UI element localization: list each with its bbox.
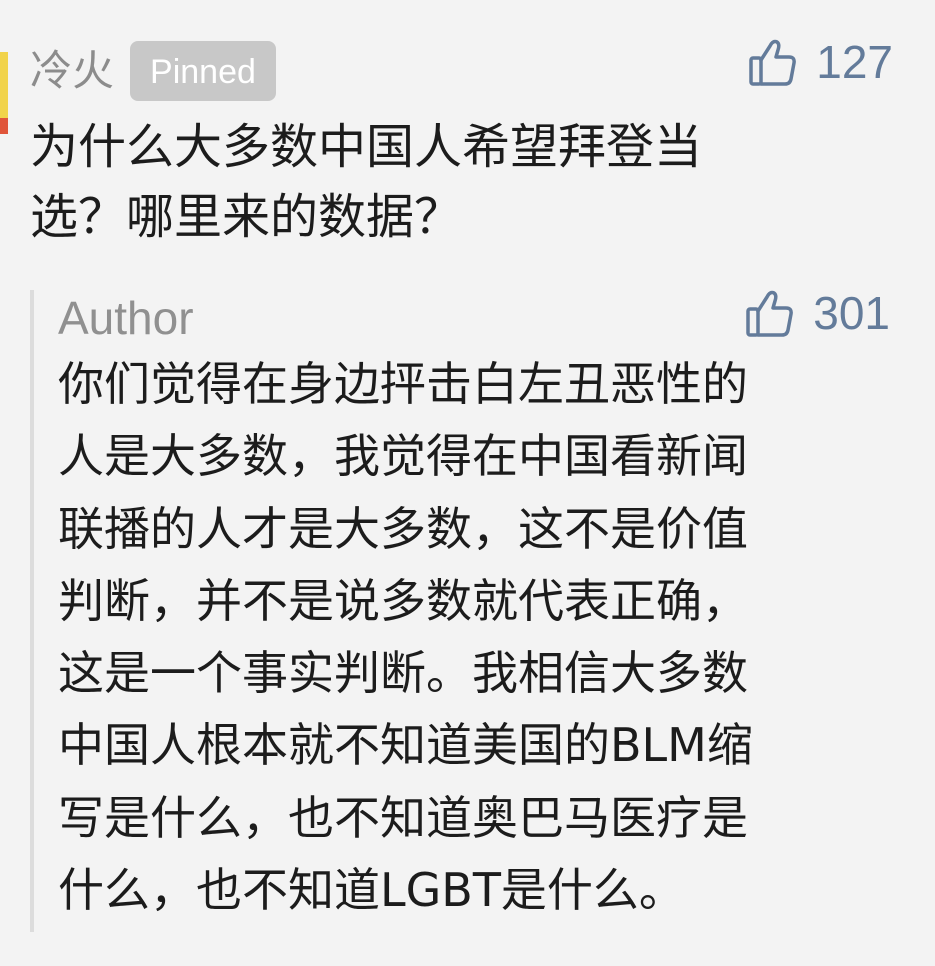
reply-like-count: 301	[813, 287, 890, 339]
pinned-badge: Pinned	[130, 41, 276, 101]
comment-text: 为什么大多数中国人希望拜登当 选？哪里来的数据？	[30, 119, 703, 245]
reply-text: 你们觉得在身边抨击白左丑恶性的 人是大多数，我觉得在中国看新闻 联播的人才是大多…	[58, 357, 753, 918]
comment-like-button[interactable]: 127	[748, 36, 893, 88]
comment-header: 冷火 Pinned	[30, 36, 276, 106]
thumbs-up-icon	[748, 36, 798, 88]
reply-like-button[interactable]: 301	[745, 287, 890, 339]
thumbs-up-icon	[745, 287, 795, 339]
author-label[interactable]: Author	[58, 290, 194, 346]
comment-username[interactable]: 冷火	[30, 50, 114, 92]
author-reply: Author 你们觉得在身边抨击白左丑恶性的 人是大多数，我觉得在中国看新闻 联…	[30, 290, 894, 932]
edge-marker	[0, 52, 8, 134]
comment-like-count: 127	[816, 36, 893, 88]
